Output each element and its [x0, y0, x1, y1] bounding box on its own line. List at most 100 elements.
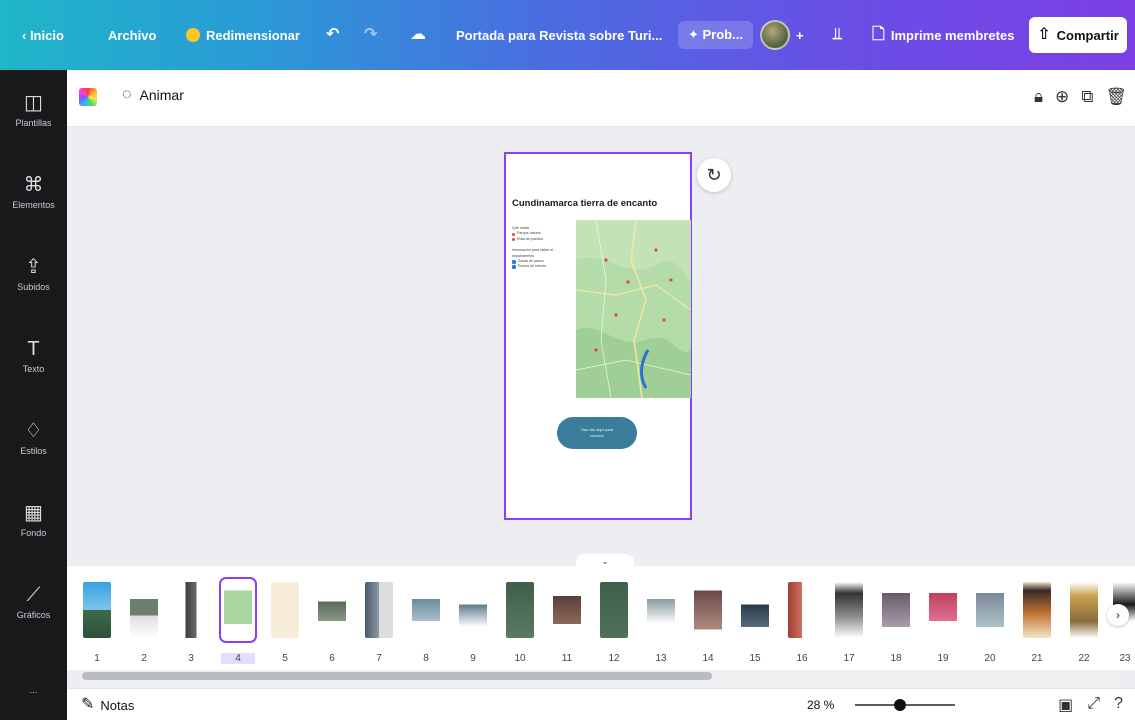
print-button[interactable]: 🗋 Imprime membretes [872, 0, 1014, 70]
file-menu[interactable]: Archivo [108, 0, 156, 70]
left-sidebar: ◫ Plantillas ⌘ Elementos ⇪ Subidos T Tex… [0, 70, 67, 720]
cloud-save-button[interactable]: ☁ [410, 0, 426, 70]
chevron-right-icon: › [1116, 608, 1120, 622]
page-number: 19 [937, 653, 949, 664]
undo-button[interactable]: ↶ [326, 0, 339, 70]
design-title[interactable]: Portada para Revista sobre Turi... [456, 0, 662, 70]
design-page[interactable]: Cundinamarca tierra de encanto Qué visit… [504, 152, 692, 520]
page-number: 16 [796, 653, 808, 664]
fullscreen-icon[interactable]: ⤢ [1087, 695, 1100, 715]
page-thumbnail[interactable] [412, 582, 440, 638]
sidebar-item-text[interactable]: T Texto [0, 326, 67, 386]
page-thumbnail[interactable] [130, 582, 158, 638]
layout-icon: ◫ [24, 91, 43, 114]
page-number: 1 [94, 653, 100, 664]
collaborator-avatar[interactable]: + [760, 0, 804, 70]
sidebar-item-more[interactable]: ... [0, 660, 67, 720]
blue-marker-icon [512, 259, 516, 264]
sidebar-item-elements[interactable]: ⌘ Elementos [0, 162, 67, 222]
duplicate-icon[interactable]: ⧉ [1081, 87, 1093, 107]
page-number: 13 [655, 653, 667, 664]
legend-item: Puntos de interés [512, 264, 574, 270]
trash-icon[interactable]: 🗑︎ [1105, 87, 1127, 107]
rotate-button[interactable]: ↻ [697, 158, 731, 192]
help-icon[interactable]: ? [1114, 695, 1123, 715]
sidebar-label: Estilos [20, 445, 47, 456]
cloud-save-icon: ☁ [410, 26, 426, 43]
share-button[interactable]: ⇧ Compartir [1029, 17, 1127, 53]
page-thumbnail[interactable] [835, 582, 863, 638]
page-thumbnail[interactable] [271, 582, 299, 638]
page-thumbnail[interactable] [365, 582, 393, 638]
sidebar-item-charts[interactable]: ⟋ Gráficos [0, 572, 67, 632]
page-number: 18 [890, 653, 902, 664]
page-heading[interactable]: Cundinamarca tierra de encanto [512, 198, 657, 209]
sidebar-item-styles[interactable]: ♢ Estilos [0, 408, 67, 468]
avatar [760, 20, 790, 50]
resize-button[interactable]: Redimensionar [186, 0, 300, 70]
home-label: ‹ Inicio [22, 27, 64, 43]
page-thumbnail[interactable] [1070, 582, 1098, 638]
page-thumbnail[interactable] [788, 582, 816, 638]
page-number: 12 [608, 653, 620, 664]
page-thumbnail[interactable] [219, 577, 257, 643]
filmstrip-next-button[interactable]: › [1107, 604, 1129, 626]
page-thumbnail[interactable] [976, 582, 1004, 638]
share-label: Compartir [1056, 27, 1119, 43]
page-thumbnail[interactable] [600, 582, 628, 638]
page-thumbnail[interactable] [694, 582, 722, 638]
page-thumbnail[interactable] [553, 582, 581, 638]
page-thumbnail[interactable] [929, 582, 957, 638]
page-thumbnail[interactable] [318, 582, 346, 638]
page-number: 17 [843, 653, 855, 664]
page-number: 7 [376, 653, 382, 664]
zoom-slider-handle[interactable] [894, 699, 906, 711]
color-picker-icon[interactable] [79, 88, 97, 106]
print-label: Imprime membretes [890, 27, 1015, 43]
palette-icon: ♢ [24, 419, 43, 442]
page-thumbnail[interactable] [1023, 582, 1051, 638]
notes-label: Notas [100, 697, 135, 713]
notes-button[interactable]: ✎ Notas [81, 697, 134, 713]
design-title-text: Portada para Revista sobre Turi... [456, 27, 663, 43]
redo-button[interactable]: ↷ [364, 0, 377, 70]
document-icon: 🗋 [872, 26, 885, 43]
map-image[interactable] [576, 220, 691, 398]
lock-icon[interactable]: 🔒︎ [1034, 87, 1043, 107]
map-legend[interactable]: Qué visitar Parque natural Ruta de puebl… [512, 226, 574, 270]
page-thumbnail[interactable] [83, 582, 111, 638]
bar-chart-icon: ⫫ [833, 26, 842, 43]
view-controls: ▣ ⤢ ? [1058, 695, 1123, 715]
page-thumbnail[interactable] [882, 582, 910, 638]
add-page-icon[interactable]: ⊕ [1055, 87, 1069, 107]
sidebar-item-templates[interactable]: ◫ Plantillas [0, 80, 67, 140]
scrollbar-thumb[interactable] [82, 672, 712, 680]
sidebar-label: Plantillas [15, 117, 52, 128]
redo-icon: ↷ [364, 26, 378, 43]
page-thumbnail[interactable] [459, 582, 487, 638]
animate-button[interactable]: ◌ Animar [122, 87, 184, 104]
bottom-bar: ✎ Notas 28 % ▣ ⤢ ? [67, 688, 1135, 720]
refresh-icon: ↻ [706, 164, 722, 185]
page-filmstrip: 1 2 3 4 5 6 7 8 9 10 11 12 13 14 15 16 1… [67, 566, 1135, 670]
page-thumbnail[interactable] [741, 582, 769, 638]
page-thumbnail[interactable] [506, 582, 534, 638]
pro-label: Prob... [702, 27, 743, 42]
add-collaborator-icon[interactable]: + [796, 28, 804, 43]
insights-button[interactable]: ⫫ [833, 0, 842, 70]
legend-header: Información para visitar el departamento [512, 248, 554, 258]
sidebar-item-uploads[interactable]: ⇪ Subidos [0, 244, 67, 304]
page-number: 5 [282, 653, 288, 664]
red-marker-icon [512, 232, 515, 236]
sidebar-item-background[interactable]: ▦ Fondo [0, 490, 67, 550]
page-number: 20 [984, 653, 996, 664]
red-marker-icon [512, 237, 515, 241]
page-thumbnail[interactable] [177, 582, 205, 638]
cta-button[interactable]: Haz clic aquí para conocer [557, 417, 637, 449]
home-button[interactable]: ‹ Inicio [22, 0, 64, 70]
sidebar-label: Gráficos [16, 609, 51, 620]
pro-button[interactable]: ✦ Prob... [678, 0, 753, 70]
page-count-icon[interactable]: ▣ [1058, 695, 1073, 715]
page-thumbnail[interactable] [647, 582, 675, 638]
horizontal-scrollbar[interactable] [80, 670, 1120, 682]
